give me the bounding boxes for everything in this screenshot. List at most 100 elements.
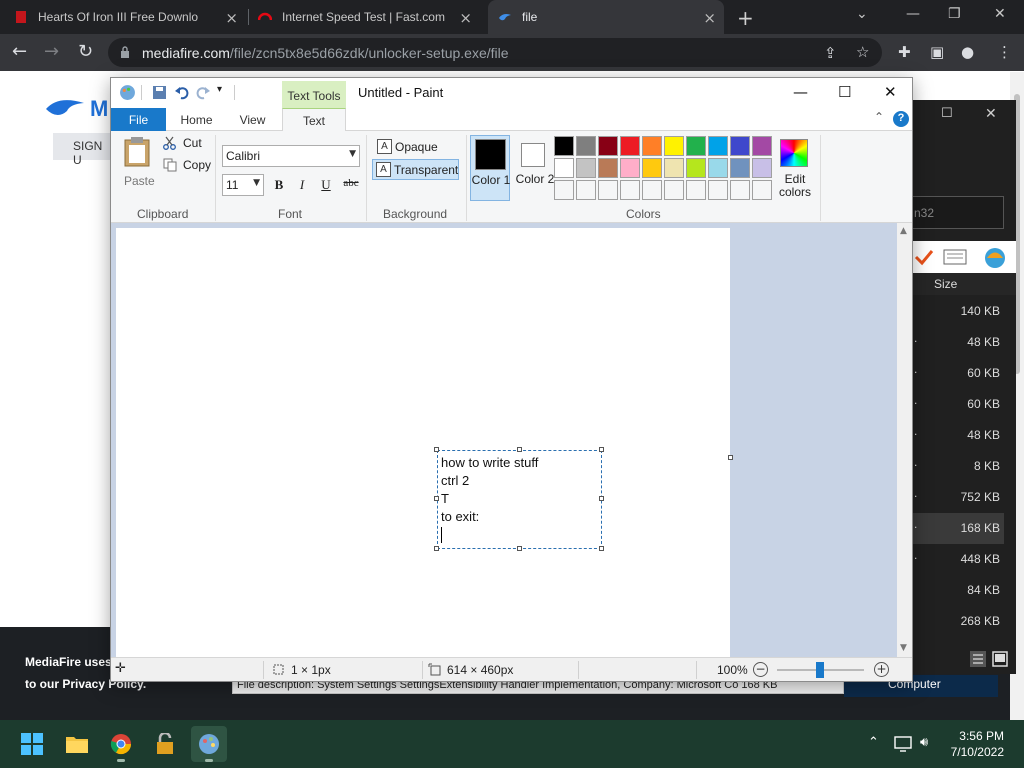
close-window-icon[interactable]: ✕: [994, 6, 1006, 22]
custom-color-slot[interactable]: [730, 180, 750, 200]
details-view-icon[interactable]: [970, 651, 986, 667]
close-icon[interactable]: ×: [703, 9, 716, 27]
resize-handle[interactable]: [599, 496, 604, 501]
clock-time[interactable]: 3:56 PM: [948, 729, 1004, 743]
list-item[interactable]: . 48 KB: [912, 420, 1004, 451]
text-box[interactable]: how to write stuff ctrl 2 T to exit:: [434, 447, 604, 551]
palette-swatch[interactable]: [620, 136, 640, 156]
palette-swatch[interactable]: [686, 136, 706, 156]
help-button[interactable]: ?: [893, 111, 909, 127]
list-item[interactable]: .8 KB: [912, 451, 1004, 482]
undo-icon[interactable]: [174, 85, 189, 100]
unlocker-button[interactable]: [147, 726, 183, 762]
drawing-canvas[interactable]: how to write stuff ctrl 2 T to exit:: [116, 228, 733, 657]
tab-view[interactable]: View: [225, 108, 280, 131]
paint-app-icon[interactable]: [119, 84, 136, 101]
tab-text[interactable]: Text: [282, 108, 346, 131]
list-item[interactable]: 140 KB: [912, 296, 1004, 327]
network-icon[interactable]: [894, 736, 912, 752]
forward-arrow-icon[interactable]: →: [44, 41, 59, 62]
palette-swatch[interactable]: [620, 158, 640, 178]
close-icon[interactable]: ✕: [884, 83, 897, 101]
palette-swatch[interactable]: [598, 158, 618, 178]
close-icon[interactable]: ×: [459, 9, 472, 27]
sign-up-button[interactable]: SIGN U: [53, 133, 113, 167]
close-icon[interactable]: ×: [225, 9, 238, 27]
list-item[interactable]: . 752 KB: [912, 482, 1004, 513]
collapse-ribbon-icon[interactable]: ⌃: [874, 110, 884, 124]
opaque-button[interactable]: A Opaque: [374, 137, 462, 157]
italic-button[interactable]: I: [293, 177, 311, 195]
list-item[interactable]: . 448 KB: [912, 544, 1004, 575]
resize-handle[interactable]: [434, 496, 439, 501]
palette-swatch[interactable]: [708, 136, 728, 156]
list-item[interactable]: . 60 KB: [912, 358, 1004, 389]
font-family-select[interactable]: Calibri ▼: [222, 145, 360, 167]
color2-button[interactable]: Color 2: [515, 135, 555, 201]
palette-swatch[interactable]: [664, 136, 684, 156]
chrome-button[interactable]: [103, 726, 139, 762]
custom-color-slot[interactable]: [620, 180, 640, 200]
share-icon[interactable]: ⇪: [824, 44, 837, 62]
custom-color-slot[interactable]: [642, 180, 662, 200]
start-button[interactable]: [14, 726, 50, 762]
search-input[interactable]: n32: [912, 196, 1004, 229]
maximize-icon[interactable]: ☐: [941, 106, 953, 121]
tab-file[interactable]: File: [111, 108, 166, 131]
shell-icon[interactable]: [983, 245, 1007, 269]
star-icon[interactable]: ☆: [856, 43, 869, 61]
transparent-button[interactable]: A Transparent: [372, 159, 459, 180]
palette-swatch[interactable]: [642, 158, 662, 178]
custom-color-slot[interactable]: [576, 180, 596, 200]
custom-color-slot[interactable]: [686, 180, 706, 200]
list-item-selected[interactable]: . 168 KB: [912, 513, 1004, 544]
resize-handle[interactable]: [599, 546, 604, 551]
clock-date[interactable]: 7/10/2022: [944, 745, 1004, 759]
resize-handle[interactable]: [517, 546, 522, 551]
palette-swatch[interactable]: [576, 136, 596, 156]
list-item[interactable]: 268 KB: [912, 606, 1004, 637]
address-bar[interactable]: mediafire.com/file/zcn5tx8e5d66zdk/unloc…: [108, 38, 882, 67]
tab-home[interactable]: Home: [169, 108, 224, 131]
custom-color-slot[interactable]: [708, 180, 728, 200]
palette-swatch[interactable]: [664, 158, 684, 178]
palette-swatch[interactable]: [752, 158, 772, 178]
custom-color-slot[interactable]: [664, 180, 684, 200]
resize-handle[interactable]: [434, 447, 439, 452]
size-column-header[interactable]: Size: [912, 273, 1016, 295]
zoom-slider-thumb[interactable]: [816, 662, 824, 678]
tab-file[interactable]: file ×: [488, 0, 724, 34]
list-item[interactable]: 84 KB: [912, 575, 1004, 606]
palette-swatch[interactable]: [598, 136, 618, 156]
resize-handle[interactable]: [599, 447, 604, 452]
resize-handle[interactable]: [517, 447, 522, 452]
palette-swatch[interactable]: [642, 136, 662, 156]
resize-handle[interactable]: [434, 546, 439, 551]
tiles-view-icon[interactable]: [992, 651, 1008, 667]
list-item[interactable]: . 48 KB: [912, 327, 1004, 358]
chevron-up-icon[interactable]: ⌃: [868, 735, 879, 750]
chevron-down-icon[interactable]: ⌄: [856, 6, 868, 22]
minimize-icon[interactable]: —: [906, 6, 920, 22]
palette-swatch[interactable]: [730, 158, 750, 178]
color1-button[interactable]: Color 1: [470, 135, 510, 201]
copy-button[interactable]: Copy: [163, 158, 211, 172]
palette-swatch[interactable]: [554, 136, 574, 156]
palette-swatch[interactable]: [752, 136, 772, 156]
new-tab-button[interactable]: +: [737, 6, 754, 30]
tab-fast-com[interactable]: Internet Speed Test | Fast.com ×: [258, 0, 480, 34]
menu-icon[interactable]: ⋮: [997, 43, 1012, 61]
canvas-resize-handle[interactable]: [728, 455, 733, 460]
custom-color-slot[interactable]: [752, 180, 772, 200]
strikethrough-button[interactable]: abc: [340, 177, 362, 195]
restore-icon[interactable]: ❐: [948, 6, 961, 22]
side-panel-icon[interactable]: ▣: [930, 43, 944, 61]
palette-swatch[interactable]: [708, 158, 728, 178]
close-icon[interactable]: ✕: [985, 106, 997, 122]
volume-icon[interactable]: 🔊︎: [920, 735, 928, 750]
profile-icon[interactable]: ●: [961, 43, 974, 61]
paint-taskbar-button[interactable]: [191, 726, 227, 762]
palette-swatch[interactable]: [730, 136, 750, 156]
scroll-up-icon[interactable]: ▲: [900, 226, 907, 236]
checkmark-icon[interactable]: [914, 247, 934, 267]
